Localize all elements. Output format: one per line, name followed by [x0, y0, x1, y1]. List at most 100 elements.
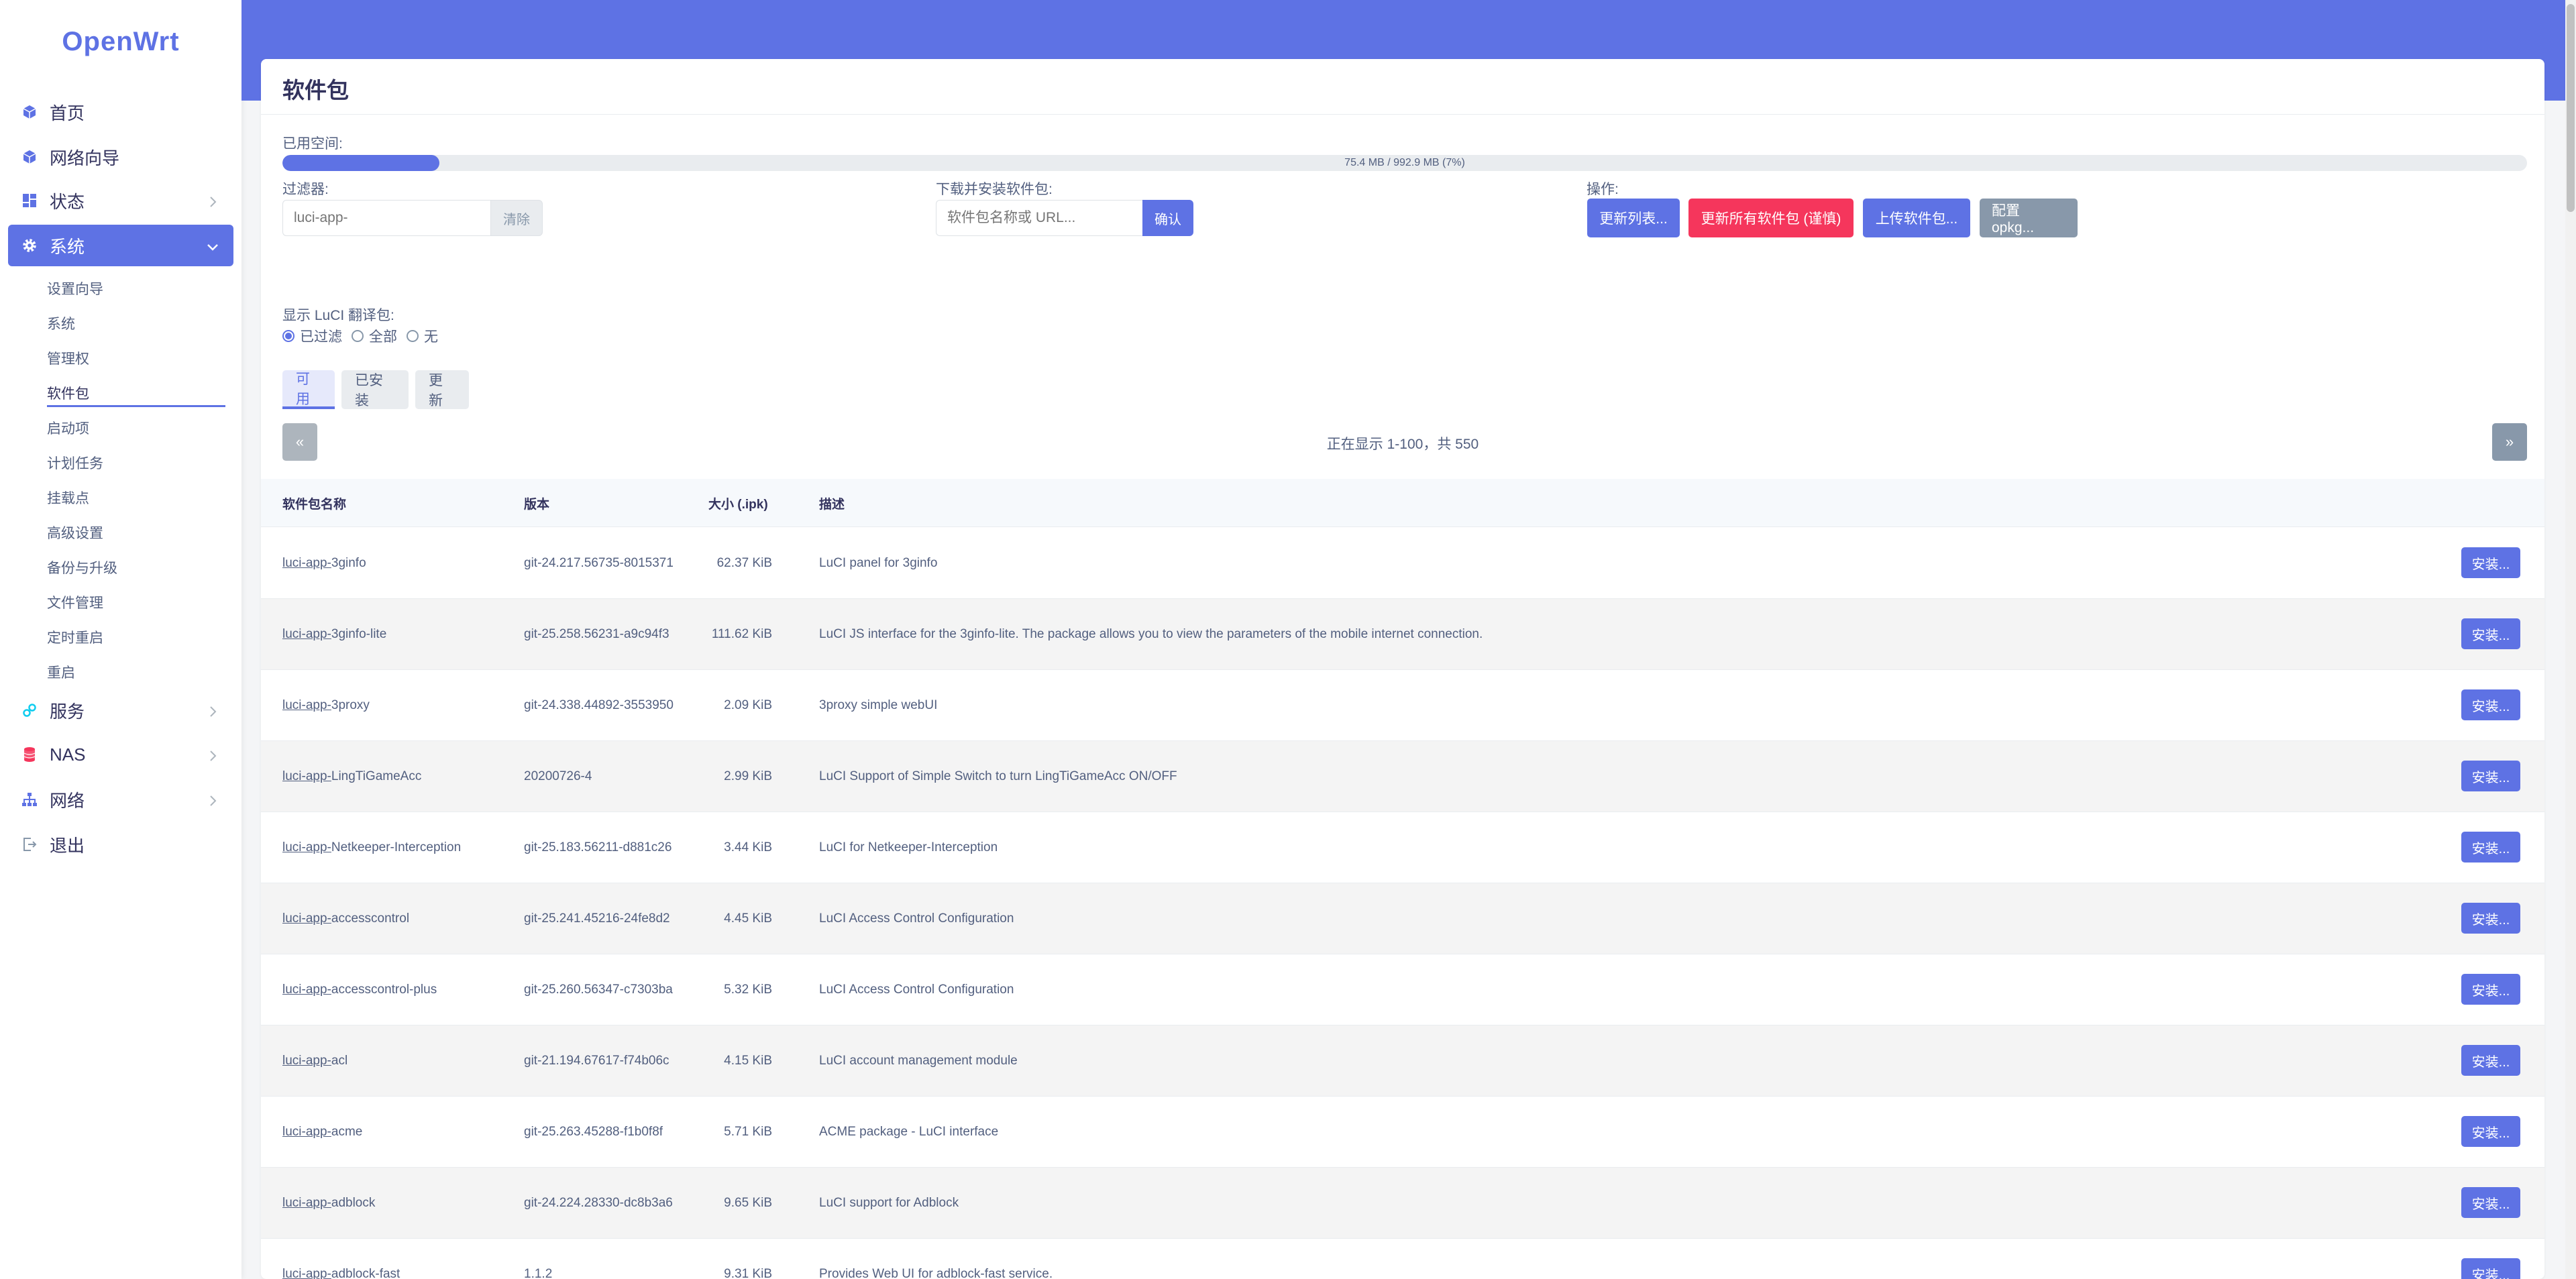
clear-button[interactable]: 清除 [490, 200, 543, 236]
sidebar-item-label: 状态 [50, 191, 85, 212]
package-name[interactable]: luci-app-adblock [282, 1168, 375, 1239]
col-version: 版本 [524, 497, 550, 512]
sidebar-item-status[interactable]: 状态 [8, 180, 233, 221]
tab-updates[interactable]: 更新 [415, 370, 469, 409]
package-name[interactable]: luci-app-acl [282, 1025, 347, 1097]
package-size: 5.32 KiB [724, 983, 772, 997]
sub-item-file-manager[interactable]: 文件管理 [47, 592, 103, 612]
package-description: LuCI JS interface for the 3ginfo-lite. T… [819, 627, 1483, 641]
sub-item-software[interactable]: 软件包 [47, 383, 89, 403]
col-desc: 描述 [819, 497, 845, 512]
package-prefix-link[interactable]: luci-app- [282, 982, 331, 998]
package-size: 9.65 KiB [724, 1196, 772, 1210]
update-lists-button[interactable]: 更新列表... [1587, 199, 1680, 237]
package-version: git-24.338.44892-3553950 [524, 698, 674, 712]
package-prefix-link[interactable]: luci-app- [282, 1053, 331, 1069]
package-name[interactable]: luci-app- 3ginfo-lite [282, 599, 386, 670]
package-suffix: accesscontrol-plus [331, 983, 437, 997]
package-url-input[interactable] [936, 200, 1142, 236]
package-prefix-link[interactable]: luci-app- [282, 698, 331, 714]
table-row: luci-app-acme git-25.263.45288-f1b0f8f 5.7… [261, 1097, 2544, 1168]
package-version: git-24.217.56735-8015371 [524, 556, 674, 570]
scrollbar[interactable] [2565, 0, 2576, 1279]
scrollbar-thumb[interactable] [2567, 4, 2575, 212]
configure-opkg-button[interactable]: 配置 opkg... [1980, 199, 2078, 237]
chevron-down-icon [205, 238, 220, 253]
package-name[interactable]: luci-app- 3ginfo [282, 528, 366, 599]
install-button[interactable]: 安装... [2461, 618, 2520, 649]
sub-item-system[interactable]: 系统 [47, 313, 75, 333]
upload-package-button[interactable]: 上传软件包... [1863, 199, 1970, 237]
radio-none[interactable] [407, 330, 419, 342]
sub-item-advanced[interactable]: 高级设置 [47, 522, 103, 543]
luci-translation-radios: 已过滤 全部 无 [282, 326, 447, 346]
package-prefix-link[interactable]: luci-app- [282, 769, 331, 785]
tab-available[interactable]: 可用 [282, 370, 335, 409]
package-description: LuCI panel for 3ginfo [819, 556, 938, 570]
package-version: git-25.258.56231-a9c94f3 [524, 627, 669, 641]
sidebar-item-system[interactable]: 系统 [8, 225, 233, 266]
sub-item-admin[interactable]: 管理权 [47, 348, 89, 368]
sub-item-timed-reboot[interactable]: 定时重启 [47, 627, 103, 647]
sidebar-item-services[interactable]: 服务 [8, 689, 233, 731]
package-prefix-link[interactable]: luci-app- [282, 1124, 331, 1140]
sitemap-icon [20, 790, 39, 809]
sidebar-item-network-wizard[interactable]: 网络向导 [8, 136, 233, 178]
package-suffix: adblock-fast [331, 1267, 400, 1279]
sub-item-setup-wizard[interactable]: 设置向导 [47, 278, 103, 298]
sub-item-startup[interactable]: 启动项 [47, 418, 89, 438]
package-name[interactable]: luci-app- LingTiGameAcc [282, 741, 421, 812]
radio-filtered-option[interactable]: 已过滤 [282, 326, 342, 346]
package-name[interactable]: luci-app-accesscontrol-plus [282, 954, 437, 1025]
download-group: 确认 [936, 200, 1193, 236]
table-row: luci-app- 3proxy git-24.338.44892-3553950 2… [261, 670, 2544, 741]
install-button[interactable]: 安装... [2461, 1116, 2520, 1147]
package-name[interactable]: luci-app-accesscontrol [282, 883, 409, 954]
sub-item-mount-points[interactable]: 挂载点 [47, 488, 89, 508]
progress-text: 75.4 MB / 992.9 MB (7%) [1344, 157, 1465, 168]
filter-input[interactable] [282, 200, 490, 236]
sub-item-backup[interactable]: 备份与升级 [47, 557, 117, 577]
sidebar-item-network[interactable]: 网络 [8, 779, 233, 820]
package-prefix-link[interactable]: luci-app- [282, 1195, 331, 1211]
sidebar-item-home[interactable]: 首页 [8, 91, 233, 133]
radio-none-option[interactable]: 无 [407, 326, 438, 346]
install-button[interactable]: 安装... [2461, 1045, 2520, 1076]
package-prefix-link[interactable]: luci-app- [282, 840, 331, 856]
install-button[interactable]: 安装... [2461, 1258, 2520, 1279]
package-prefix-link[interactable]: luci-app- [282, 911, 331, 927]
brand-logo[interactable]: OpenWrt [0, 0, 241, 83]
install-button[interactable]: 安装... [2461, 974, 2520, 1005]
package-name[interactable]: luci-app- 3proxy [282, 670, 370, 741]
install-button[interactable]: 安装... [2461, 1187, 2520, 1218]
sidebar-item-logout[interactable]: 退出 [8, 824, 233, 865]
install-button[interactable]: 安装... [2461, 832, 2520, 863]
radio-all-option[interactable]: 全部 [352, 326, 397, 346]
package-prefix-link[interactable]: luci-app- [282, 1266, 331, 1279]
package-description: 3proxy simple webUI [819, 698, 938, 712]
sub-item-reboot[interactable]: 重启 [47, 662, 75, 682]
install-button[interactable]: 安装... [2461, 547, 2520, 578]
install-button[interactable]: 安装... [2461, 689, 2520, 720]
sub-item-scheduled-tasks[interactable]: 计划任务 [47, 453, 103, 473]
package-description: ACME package - LuCI interface [819, 1125, 999, 1139]
download-label: 下载并安装软件包: [936, 182, 1053, 197]
install-button[interactable]: 安装... [2461, 903, 2520, 934]
next-page-button[interactable]: » [2492, 423, 2527, 461]
radio-filtered[interactable] [282, 330, 294, 342]
package-name[interactable]: luci-app-acme [282, 1097, 362, 1168]
package-name[interactable]: luci-app-adblock-fast [282, 1239, 400, 1279]
package-version: git-25.241.45216-24fe8d2 [524, 911, 670, 926]
package-suffix: acl [331, 1054, 348, 1068]
package-name[interactable]: luci-app- Netkeeper-Interception [282, 812, 461, 883]
package-prefix-link[interactable]: luci-app- [282, 626, 331, 643]
sidebar-item-nas[interactable]: NAS [8, 734, 233, 775]
radio-all[interactable] [352, 330, 364, 342]
active-indicator [47, 405, 225, 407]
upgrade-all-button[interactable]: 更新所有软件包 (谨慎) [1688, 199, 1854, 237]
package-prefix-link[interactable]: luci-app- [282, 555, 331, 571]
confirm-button[interactable]: 确认 [1142, 200, 1193, 236]
package-description: Provides Web UI for adblock-fast service… [819, 1267, 1053, 1279]
tab-installed[interactable]: 已安装 [341, 370, 409, 409]
install-button[interactable]: 安装... [2461, 761, 2520, 791]
